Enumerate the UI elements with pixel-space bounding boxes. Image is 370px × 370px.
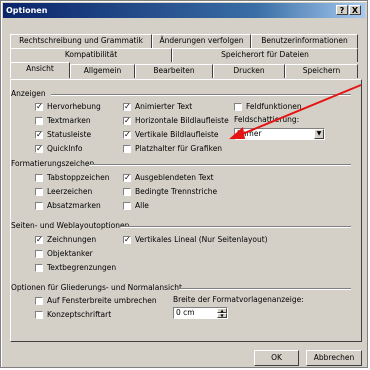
spin-down-icon[interactable]: ▼ xyxy=(217,313,227,318)
tab-drucken[interactable]: Drucken xyxy=(213,64,285,78)
checkbox-fensterbreite[interactable]: Auf Fensterbreite umbrechen xyxy=(35,296,157,305)
checkbox-label: Leerzeichen xyxy=(47,187,93,196)
checkbox-label: Alle xyxy=(135,201,149,210)
checkbox-label: Animierter Text xyxy=(135,102,193,111)
group-seiten-label: Seiten- und Weblayoutoptionen xyxy=(11,221,130,230)
checkbox-label: Textbegrenzungen xyxy=(47,263,117,272)
checkbox-absatzmarken[interactable]: Absatzmarken xyxy=(35,201,101,210)
checkbox-box[interactable] xyxy=(123,144,131,153)
checkbox-vertikale-bildlaufleiste[interactable]: ✓ Vertikale Bildlaufleiste xyxy=(123,130,219,139)
divider xyxy=(179,288,351,290)
formatvorlagen-value: 0 cm xyxy=(176,308,195,317)
window-title: Optionen xyxy=(6,6,48,15)
checkbox-box[interactable] xyxy=(123,187,131,196)
formatvorlagen-label: Breite der Formatvorlagenanzeige: xyxy=(173,295,304,304)
checkbox-textbegrenzungen[interactable]: Textbegrenzungen xyxy=(35,263,116,272)
checkbox-ausgeblendeten-text[interactable]: ✓ Ausgeblendeten Text xyxy=(123,173,214,182)
checkbox-label: Objektanker xyxy=(47,249,93,258)
divider xyxy=(89,164,351,166)
checkbox-konzeptschriftart[interactable]: Konzeptschriftart xyxy=(35,310,111,319)
tab-benutzerinformationen[interactable]: Benutzerinformationen xyxy=(251,34,358,48)
checkbox-tabstoppzeichen[interactable]: Tabstoppzeichen xyxy=(35,173,110,182)
checkbox-box[interactable]: ✓ xyxy=(35,102,43,111)
divider xyxy=(121,226,351,228)
formatvorlagen-spinner[interactable]: 0 cm ▲ ▼ xyxy=(173,307,228,319)
checkbox-label: Hervorhebung xyxy=(47,102,101,111)
checkbox-box[interactable]: ✓ xyxy=(35,130,43,139)
checkbox-box[interactable] xyxy=(123,201,131,210)
title-bar[interactable]: Optionen ? X xyxy=(3,3,365,18)
checkbox-box[interactable]: ✓ xyxy=(35,144,43,153)
tab-rechtschreibung[interactable]: Rechtschreibung und Grammatik xyxy=(10,34,152,48)
ok-button[interactable]: OK xyxy=(254,350,299,366)
tab-speichern[interactable]: Speichern xyxy=(285,64,358,78)
checkbox-quickinfo[interactable]: ✓ QuickInfo xyxy=(35,144,82,153)
checkbox-box[interactable] xyxy=(35,249,43,258)
checkbox-box[interactable] xyxy=(35,201,43,210)
checkbox-box[interactable] xyxy=(35,263,43,272)
checkbox-label: QuickInfo xyxy=(47,144,83,153)
help-button[interactable]: ? xyxy=(336,5,348,15)
tab-row-1: Rechtschreibung und Grammatik Änderungen… xyxy=(10,34,358,48)
checkbox-platzhalter-grafiken[interactable]: Platzhalter für Grafiken xyxy=(123,144,222,153)
checkbox-zeichnungen[interactable]: ✓ Zeichnungen xyxy=(35,235,96,244)
checkbox-objektanker[interactable]: Objektanker xyxy=(35,249,93,258)
checkbox-box[interactable]: ✓ xyxy=(35,235,43,244)
close-button[interactable]: X xyxy=(349,5,361,15)
checkbox-box[interactable] xyxy=(35,296,43,305)
checkbox-box[interactable] xyxy=(35,310,43,319)
tab-allgemein[interactable]: Allgemein xyxy=(70,64,135,78)
checkbox-label: Platzhalter für Grafiken xyxy=(135,144,223,153)
checkbox-label: Absatzmarken xyxy=(47,201,101,210)
checkbox-leerzeichen[interactable]: Leerzeichen xyxy=(35,187,92,196)
checkbox-label: Bedingte Trennstriche xyxy=(135,187,218,196)
group-formatierungszeichen-label: Formatierungszeichen xyxy=(11,159,95,168)
checkbox-label: Statusleiste xyxy=(47,130,92,139)
tab-ansicht[interactable]: Ansicht xyxy=(10,62,70,78)
checkbox-label: Zeichnungen xyxy=(47,235,97,244)
checkbox-box[interactable]: ✓ xyxy=(123,102,131,111)
tab-speicherort[interactable]: Speicherort für Dateien xyxy=(172,48,358,62)
tab-row-3: Ansicht Allgemein Bearbeiten Drucken Spe… xyxy=(10,62,358,78)
tab-row-2: Kompatibilität Speicherort für Dateien xyxy=(10,48,358,62)
checkbox-label: Tabstoppzeichen xyxy=(47,173,110,182)
checkbox-box[interactable] xyxy=(35,173,43,182)
checkbox-statusleiste[interactable]: ✓ Statusleiste xyxy=(35,130,91,139)
checkbox-box[interactable]: ✓ xyxy=(123,173,131,182)
cancel-button[interactable]: Abbrechen xyxy=(306,350,362,366)
group-anzeigen-label: Anzeigen xyxy=(11,89,46,98)
checkbox-bedingte-trennstriche[interactable]: Bedingte Trennstriche xyxy=(123,187,217,196)
checkbox-horizontale-bildlaufleiste[interactable]: ✓ Horizontale Bildlaufleiste xyxy=(123,116,229,125)
checkbox-animierter-text[interactable]: ✓ Animierter Text xyxy=(123,102,192,111)
checkbox-vertikales-lineal[interactable]: ✓ Vertikales Lineal (Nur Seitenlayout) xyxy=(123,235,268,244)
checkbox-hervorhebung[interactable]: ✓ Hervorhebung xyxy=(35,102,101,111)
checkbox-label: Konzeptschriftart xyxy=(47,310,112,319)
checkbox-alle[interactable]: Alle xyxy=(123,201,149,210)
group-gliederung-label: Optionen für Gliederungs- und Normalansi… xyxy=(11,283,182,292)
tab-aenderungen[interactable]: Änderungen verfolgen xyxy=(152,34,251,48)
checkbox-box[interactable]: ✓ xyxy=(123,235,131,244)
checkbox-box[interactable]: ✓ xyxy=(123,130,131,139)
options-dialog: Optionen ? X Rechtschreibung und Grammat… xyxy=(0,0,368,368)
annotation-arrow-icon xyxy=(229,84,362,139)
checkbox-textmarken[interactable]: Textmarken xyxy=(35,116,91,125)
checkbox-label: Auf Fensterbreite umbrechen xyxy=(47,296,157,305)
checkbox-label: Ausgeblendeten Text xyxy=(135,173,214,182)
checkbox-box[interactable]: ✓ xyxy=(123,116,131,125)
checkbox-box[interactable] xyxy=(35,187,43,196)
checkbox-label: Vertikale Bildlaufleiste xyxy=(135,130,219,139)
checkbox-label: Vertikales Lineal (Nur Seitenlayout) xyxy=(135,235,268,244)
checkbox-label: Textmarken xyxy=(47,116,91,125)
tab-kompatibilitaet[interactable]: Kompatibilität xyxy=(10,48,172,62)
tab-bearbeiten[interactable]: Bearbeiten xyxy=(135,64,213,78)
checkbox-box[interactable] xyxy=(35,116,43,125)
checkbox-label: Horizontale Bildlaufleiste xyxy=(135,116,229,125)
